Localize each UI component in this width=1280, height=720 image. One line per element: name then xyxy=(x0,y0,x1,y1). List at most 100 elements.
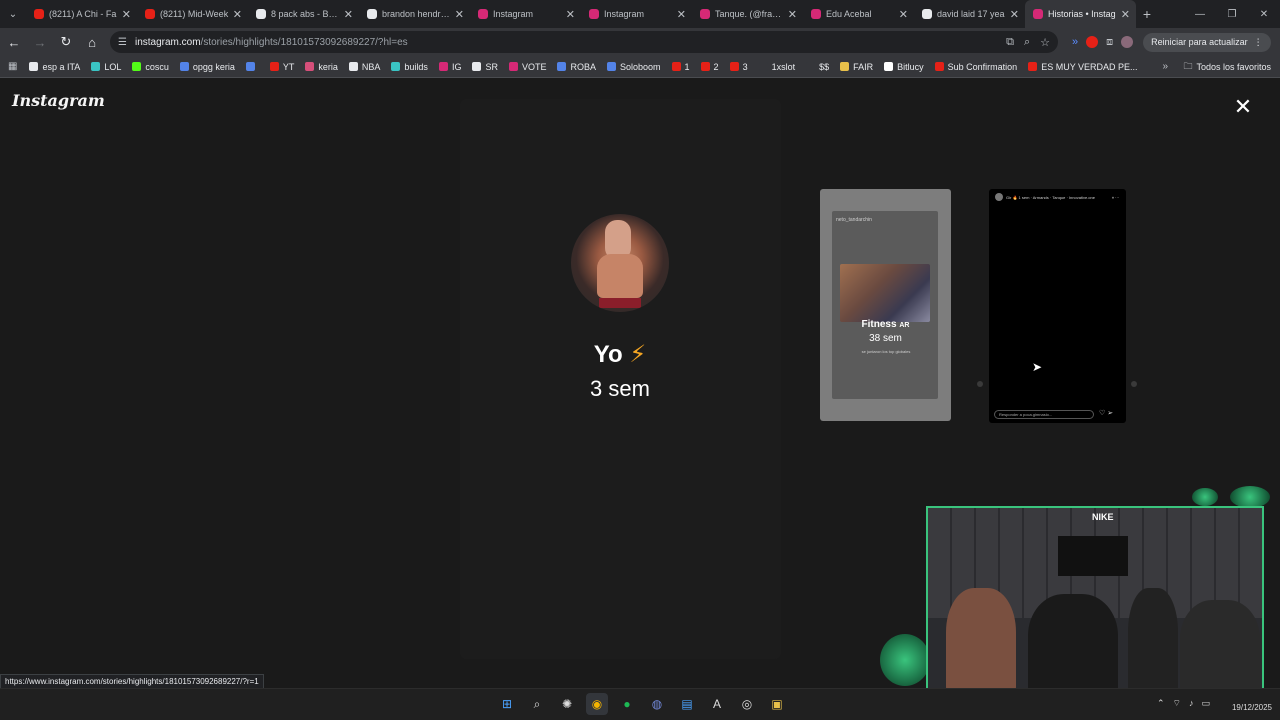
site-info-icon[interactable]: ☰ xyxy=(118,37,127,48)
bookmark-item[interactable]: Soloboom xyxy=(607,62,661,72)
restart-to-update-button[interactable]: Reiniciar para actualizar ⋮ xyxy=(1143,32,1271,52)
tray-chevron-icon[interactable]: ⌃ xyxy=(1157,698,1165,709)
bookmark-item[interactable]: builds xyxy=(391,62,428,72)
bookmark-item[interactable]: 1 xyxy=(671,62,690,72)
browser-tab[interactable]: Edu Acebal ✕ xyxy=(803,0,914,28)
bookmark-item[interactable]: Sub Confirmation xyxy=(934,62,1017,72)
previous-highlight-card[interactable]: neto_tandarchin Fitness AR 38 sem se jun… xyxy=(820,189,951,421)
extension-icon[interactable]: » xyxy=(1072,36,1078,48)
next-story-controls-icon[interactable]: ⏸ ⋯ xyxy=(1112,195,1119,200)
search-icon[interactable]: ⌕ xyxy=(526,693,548,715)
next-nav-dot[interactable] xyxy=(1131,381,1137,387)
bookmark-favicon-icon xyxy=(840,62,850,71)
bookmark-item[interactable]: YT xyxy=(269,62,294,72)
address-bar[interactable]: ☰ instagram.com/stories/highlights/18101… xyxy=(110,31,1058,53)
lightning-icon: ⚡ xyxy=(629,341,647,368)
browser-tab[interactable]: Historias • Instag ✕ xyxy=(1025,0,1136,28)
bookmark-item[interactable]: keria xyxy=(305,62,338,72)
zoom-icon[interactable]: ⌕ xyxy=(1024,36,1030,49)
bookmark-item[interactable]: 3 xyxy=(729,62,748,72)
spotify-icon[interactable]: ● xyxy=(616,693,638,715)
bookmark-item[interactable]: VOTE xyxy=(508,62,546,72)
bookmark-favicon-icon xyxy=(245,62,255,71)
tray-network-icon[interactable]: ⌔ xyxy=(1173,698,1181,709)
tab-close-icon[interactable]: ✕ xyxy=(1010,8,1019,21)
previous-highlight-caption: se juntaron los top globales xyxy=(861,349,911,354)
browser-tab[interactable]: 8 pack abs - Busc ✕ xyxy=(248,0,359,28)
minimize-icon[interactable]: — xyxy=(1184,0,1216,28)
next-story-header: Gir 🔥 1 sem · Armands · Tanque · Innovat… xyxy=(995,193,1119,201)
instagram-logo[interactable]: Instagram xyxy=(12,91,105,110)
restore-icon[interactable]: ❐ xyxy=(1216,0,1248,28)
tab-close-icon[interactable]: ✕ xyxy=(344,8,353,21)
highlight-cover-avatar[interactable] xyxy=(571,214,669,312)
browser-tab[interactable]: Instagram ✕ xyxy=(470,0,581,28)
bookmark-item[interactable]: Bitlucy xyxy=(884,62,924,72)
bookmark-item[interactable]: SR xyxy=(472,62,498,72)
bookmark-item[interactable]: opgg keria xyxy=(179,61,235,72)
extensions-puzzle-icon[interactable]: ⧈ xyxy=(1106,36,1113,49)
tab-close-icon[interactable]: ✕ xyxy=(1121,8,1130,21)
tab-close-icon[interactable]: ✕ xyxy=(122,8,131,21)
back-button[interactable]: ← xyxy=(2,30,26,54)
tab-close-icon[interactable]: ✕ xyxy=(566,8,575,21)
next-story-like-share-icons[interactable]: ♡ ➢ xyxy=(1099,409,1113,417)
browser-tab[interactable]: david laid 17 yea ✕ xyxy=(914,0,1025,28)
notepad-icon[interactable]: ▤ xyxy=(676,693,698,715)
new-tab-button[interactable]: + xyxy=(1136,0,1158,28)
chrome-icon[interactable]: ◉ xyxy=(586,693,608,715)
profile-avatar[interactable] xyxy=(1121,36,1134,48)
bookmark-item[interactable]: ES MUY VERDAD PE... xyxy=(1028,62,1138,72)
tab-search-icon[interactable]: ⌄ xyxy=(0,0,26,28)
close-icon[interactable]: ✕ xyxy=(1231,94,1255,119)
bookmark-item[interactable] xyxy=(245,62,259,72)
record-extension-icon[interactable] xyxy=(1086,36,1099,48)
bookmark-item[interactable]: ROBA xyxy=(557,62,596,72)
all-bookmarks-button[interactable]: 🗀 Todos los favoritos xyxy=(1183,59,1271,75)
browser-tab[interactable]: (8211) Mid-Week ✕ xyxy=(137,0,248,28)
obs-icon[interactable]: ◎ xyxy=(736,693,758,715)
file-manager-icon[interactable]: ▣ xyxy=(766,693,788,715)
browser-tab[interactable]: Tanque. (@franco ✕ xyxy=(692,0,803,28)
tab-close-icon[interactable]: ✕ xyxy=(788,8,797,21)
prev-nav-dot[interactable] xyxy=(977,381,983,387)
bookmark-item[interactable]: IG xyxy=(438,62,461,72)
browser-tab[interactable]: (8211) A Chi - Fa ✕ xyxy=(26,0,137,28)
next-story-card[interactable]: Gir 🔥 1 sem · Armands · Tanque · Innovat… xyxy=(989,189,1126,423)
chatgpt-icon[interactable]: ✺ xyxy=(556,693,578,715)
bookmark-item[interactable]: 2 xyxy=(700,62,719,72)
tray-volume-icon[interactable]: ♪ xyxy=(1189,698,1194,709)
screen: ⌄ (8211) A Chi - Fa ✕ (8211) Mid-Week ✕ 8 pa… xyxy=(0,0,1280,720)
bookmark-item[interactable]: esp a ITA xyxy=(29,62,80,72)
windows-start-icon[interactable]: ⊞ xyxy=(496,693,518,715)
bookmark-star-icon[interactable]: ☆ xyxy=(1040,36,1050,49)
windows-taskbar: ⊞ ⌕ ✺ ◉ ● ◍ ▤ A ◎ ▣ ⌃ ⌔ ♪ ▭ 19/12/2025 xyxy=(0,688,1280,720)
tab-close-icon[interactable]: ✕ xyxy=(899,8,908,21)
tray-battery-icon[interactable]: ▭ xyxy=(1201,698,1210,709)
bookmark-favicon-icon xyxy=(305,62,315,71)
forward-button[interactable]: → xyxy=(28,30,52,54)
apps-grid-icon[interactable]: ▦ xyxy=(8,61,17,72)
taskbar-clock[interactable]: 19/12/2025 xyxy=(1232,703,1272,712)
reload-button[interactable]: ↻ xyxy=(54,30,78,54)
tab-close-icon[interactable]: ✕ xyxy=(455,8,464,21)
autocad-icon[interactable]: A xyxy=(706,693,728,715)
tab-close-icon[interactable]: ✕ xyxy=(233,8,242,21)
bookmark-item[interactable]: LOL xyxy=(91,62,121,72)
more-bookmarks-icon[interactable]: » xyxy=(1162,61,1168,72)
bookmark-item[interactable]: FAIR xyxy=(840,62,873,72)
close-window-icon[interactable]: ✕ xyxy=(1248,0,1280,28)
bookmark-item[interactable]: NBA xyxy=(348,62,380,72)
bookmark-item[interactable]: 1xslot xyxy=(758,62,795,72)
tab-strip: ⌄ (8211) A Chi - Fa ✕ (8211) Mid-Week ✕ 8 pa… xyxy=(0,0,1280,28)
discord-icon[interactable]: ◍ xyxy=(646,693,668,715)
bookmark-item[interactable]: coscu xyxy=(132,62,169,72)
install-app-icon[interactable]: ⧉ xyxy=(1006,36,1014,49)
browser-tab[interactable]: brandon hendrick ✕ xyxy=(359,0,470,28)
tab-close-icon[interactable]: ✕ xyxy=(677,8,686,21)
bookmark-label: opgg keria xyxy=(192,61,235,72)
home-button[interactable]: ⌂ xyxy=(80,30,104,54)
next-story-reply-input[interactable]: Responder a poca.gimnasio... xyxy=(994,410,1094,419)
browser-tab[interactable]: Instagram ✕ xyxy=(581,0,692,28)
bookmark-item[interactable]: $$ xyxy=(806,62,829,72)
